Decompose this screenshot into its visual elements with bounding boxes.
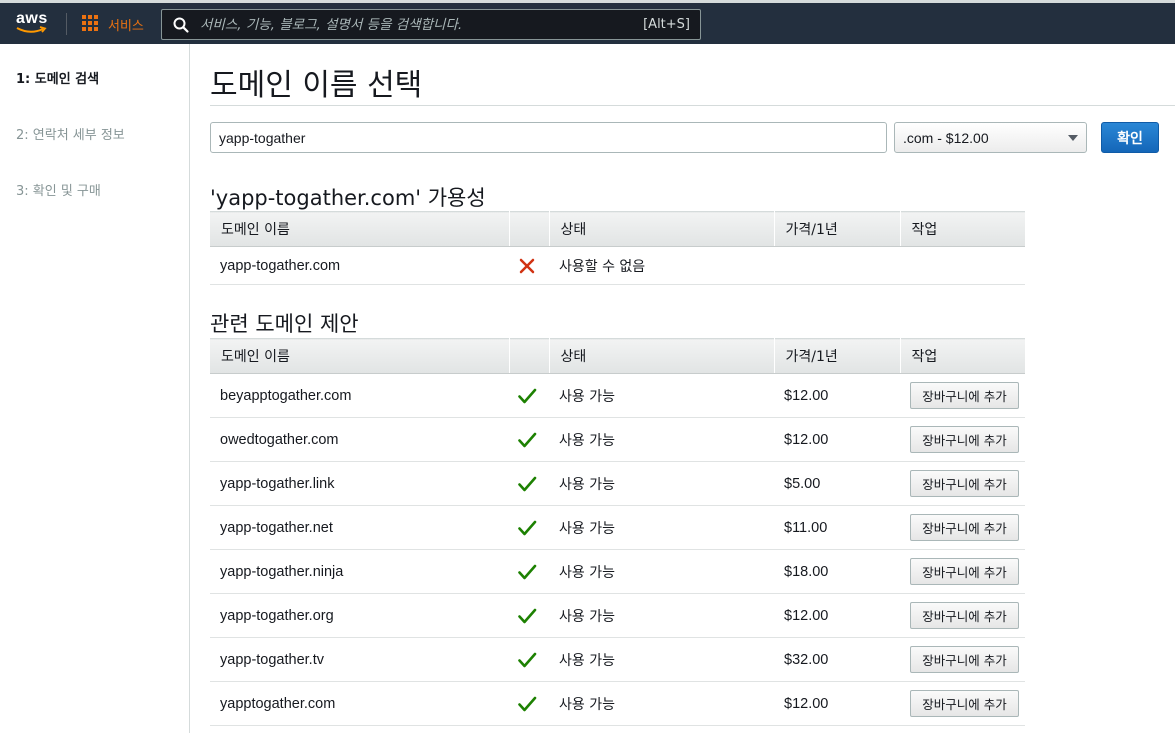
suggestions-title: 관련 도메인 제안 (210, 312, 359, 336)
column-header-status: 상태 (549, 338, 775, 374)
domain-name-cell: yapp-togather.com (210, 246, 509, 285)
check-mark-icon (518, 388, 537, 403)
check-mark-icon (518, 432, 537, 447)
column-header-domain-name: 도메인 이름 (210, 211, 510, 247)
step-contact-details[interactable]: 2: 연락처 세부 정보 (16, 124, 125, 143)
wizard-steps-sidebar: 1: 도메인 검색 2: 연락처 세부 정보 3: 확인 및 구매 (0, 44, 190, 733)
status-cell: 사용 가능 (549, 417, 774, 462)
confirm-button[interactable]: 확인 (1101, 122, 1159, 153)
add-to-cart-button[interactable]: 장바구니에 추가 (910, 470, 1019, 497)
domain-name-cell: yapp-togather.org (210, 593, 509, 638)
column-header-action: 작업 (900, 211, 1025, 247)
table-row: yapptogather.com 사용 가능 $12.00 장바구니에 추가 (210, 681, 1025, 726)
domain-name-cell: yapp-togather.ninja (210, 549, 509, 594)
step-domain-search[interactable]: 1: 도메인 검색 (16, 68, 99, 87)
availability-table: 도메인 이름 상태 가격/1년 작업 yapp-togather.com 사용할… (210, 211, 1025, 285)
global-search-input[interactable] (190, 16, 644, 33)
global-search-box[interactable]: [Alt+S] (161, 9, 701, 40)
add-to-cart-button[interactable]: 장바구니에 추가 (910, 514, 1019, 541)
chevron-down-icon (1068, 134, 1078, 141)
table-row: yapp-togather.org 사용 가능 $12.00 장바구니에 추가 (210, 593, 1025, 638)
column-header-status: 상태 (549, 211, 775, 247)
add-to-cart-button[interactable]: 장바구니에 추가 (910, 426, 1019, 453)
status-cell: 사용 가능 (549, 461, 774, 506)
domain-name-cell: owedtogather.com (210, 417, 509, 462)
check-mark-icon (518, 476, 537, 491)
domain-name-cell: beyapptogather.com (210, 373, 509, 418)
table-row: owedtogather.com 사용 가능 $12.00 장바구니에 추가 (210, 417, 1025, 462)
table-row: yapp-togather.link 사용 가능 $5.00 장바구니에 추가 (210, 461, 1025, 506)
check-mark-icon (518, 652, 537, 667)
table-row: yapp-togather.net 사용 가능 $11.00 장바구니에 추가 (210, 505, 1025, 550)
add-to-cart-button[interactable]: 장바구니에 추가 (910, 690, 1019, 717)
price-cell: $11.00 (774, 505, 900, 550)
price-cell: $12.00 (774, 373, 900, 418)
status-cell: 사용 가능 (549, 373, 774, 418)
table-row: yapp-togather.tv 사용 가능 $32.00 장바구니에 추가 (210, 637, 1025, 682)
column-header-icon (509, 338, 550, 374)
column-header-price: 가격/1년 (774, 211, 901, 247)
status-cell: 사용할 수 없음 (549, 246, 774, 285)
table-row: yapp-togather.com 사용할 수 없음 (210, 246, 1025, 285)
add-to-cart-button[interactable]: 장바구니에 추가 (910, 382, 1019, 409)
domain-name-cell: yapp-togather.link (210, 461, 509, 506)
search-shortcut-hint: [Alt+S] (643, 17, 690, 32)
suggestions-table: 도메인 이름 상태 가격/1년 작업 beyapptogather.com 사용… (210, 338, 1025, 726)
price-cell: $12.00 (774, 417, 900, 462)
price-cell: $18.00 (774, 549, 900, 594)
page-title: 도메인 이름 선택 (210, 68, 423, 103)
step-review-and-purchase[interactable]: 3: 확인 및 구매 (16, 180, 101, 199)
status-cell: 사용 가능 (549, 637, 774, 682)
column-header-domain-name: 도메인 이름 (210, 338, 510, 374)
price-cell: $12.00 (774, 681, 900, 726)
column-header-icon (509, 211, 550, 247)
price-cell: $32.00 (774, 637, 900, 682)
nav-divider (66, 13, 67, 35)
add-to-cart-button[interactable]: 장바구니에 추가 (910, 646, 1019, 673)
check-mark-icon (518, 520, 537, 535)
column-header-action: 작업 (900, 338, 1025, 374)
services-label: 서비스 (108, 18, 144, 34)
grid-menu-icon (82, 15, 100, 33)
x-mark-icon (519, 258, 535, 273)
check-mark-icon (518, 608, 537, 623)
add-to-cart-button[interactable]: 장바구니에 추가 (910, 602, 1019, 629)
table-header-row: 도메인 이름 상태 가격/1년 작업 (210, 338, 1025, 374)
action-cell (900, 246, 1025, 285)
table-row: yapp-togather.ninja 사용 가능 $18.00 장바구니에 추… (210, 549, 1025, 594)
tld-select-value: .com - $12.00 (903, 129, 989, 146)
title-divider (210, 105, 1175, 106)
aws-smile-icon (16, 26, 47, 33)
availability-title: 'yapp-togather.com' 가용성 (210, 186, 486, 210)
aws-logo[interactable]: aws (14, 10, 54, 38)
column-header-price: 가격/1년 (774, 338, 901, 374)
domain-name-cell: yapp-togather.net (210, 505, 509, 550)
add-to-cart-button[interactable]: 장바구니에 추가 (910, 558, 1019, 585)
domain-search-input[interactable] (210, 122, 887, 153)
search-icon (173, 17, 189, 33)
table-header-row: 도메인 이름 상태 가격/1년 작업 (210, 211, 1025, 247)
tld-select[interactable]: .com - $12.00 (894, 122, 1087, 153)
price-cell (774, 246, 900, 285)
services-menu-button[interactable]: 서비스 (82, 13, 144, 35)
check-mark-icon (518, 696, 537, 711)
price-cell: $12.00 (774, 593, 900, 638)
status-cell: 사용 가능 (549, 681, 774, 726)
status-cell: 사용 가능 (549, 549, 774, 594)
table-row: beyapptogather.com 사용 가능 $12.00 장바구니에 추가 (210, 373, 1025, 418)
top-navigation-bar: aws 서비스 [Alt+S] (0, 0, 1175, 44)
check-mark-icon (518, 564, 537, 579)
status-cell: 사용 가능 (549, 593, 774, 638)
status-cell: 사용 가능 (549, 505, 774, 550)
domain-name-cell: yapptogather.com (210, 681, 509, 726)
price-cell: $5.00 (774, 461, 900, 506)
domain-name-cell: yapp-togather.tv (210, 637, 509, 682)
